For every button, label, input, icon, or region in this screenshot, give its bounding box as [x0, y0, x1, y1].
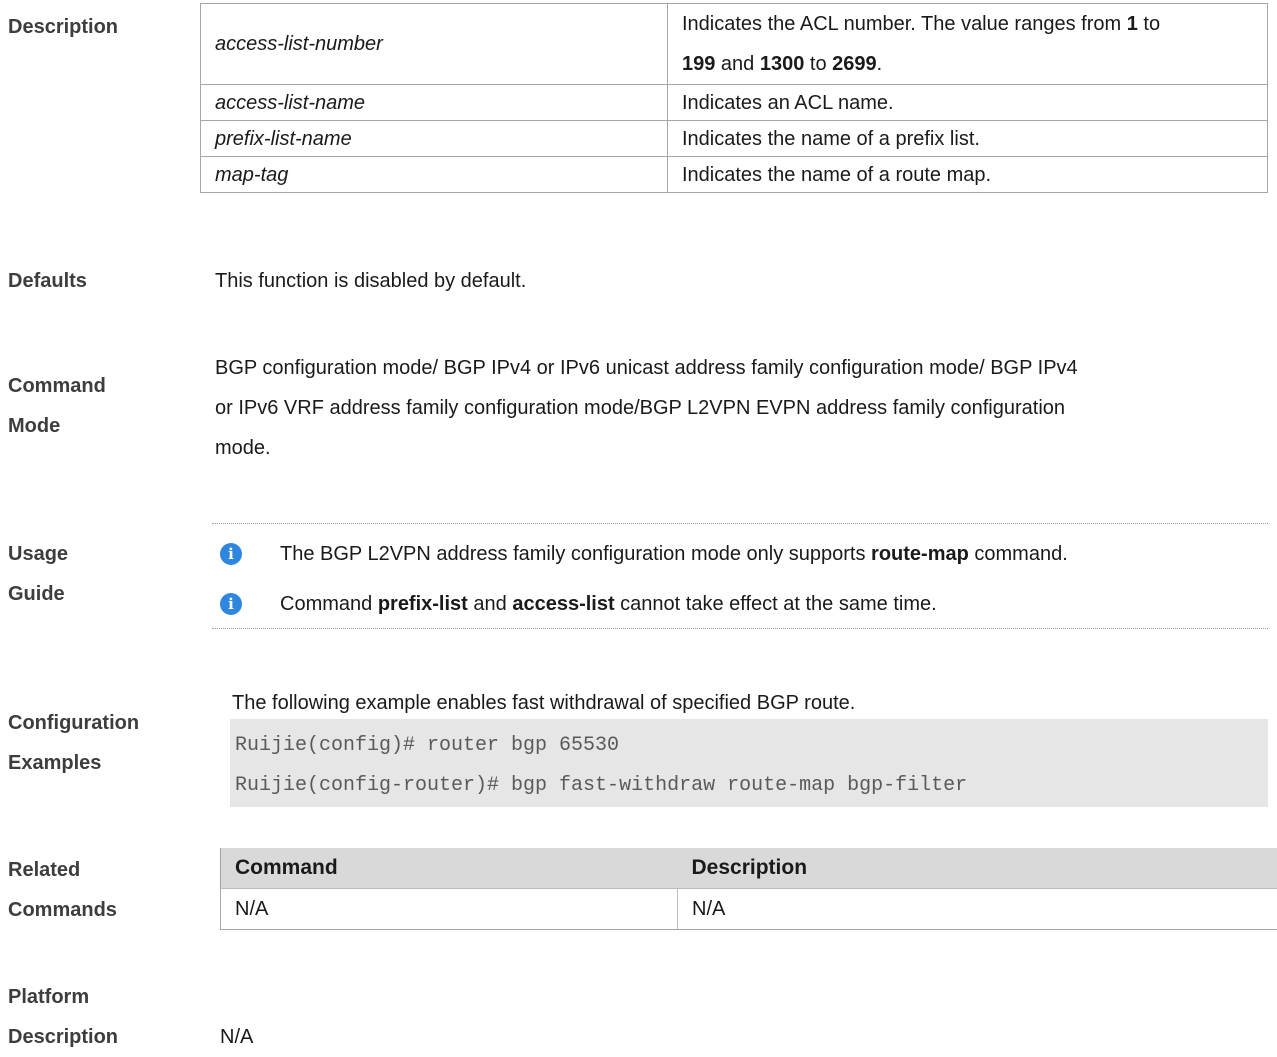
- code-block: Ruijie(config)# router bgp 65530 Ruijie(…: [230, 719, 1268, 807]
- usage-note-text: Command prefix-list and access-list cann…: [280, 584, 937, 624]
- defaults-text: This function is disabled by default.: [215, 261, 526, 301]
- info-icon: i: [220, 543, 242, 565]
- config-examples-label: ConfigurationExamples: [8, 703, 139, 783]
- code-line: Ruijie(config-router)# bgp fast-withdraw…: [230, 766, 1268, 806]
- usage-guide-label: UsageGuide: [8, 534, 68, 614]
- param-name: map-tag: [201, 157, 668, 193]
- table-cell: N/A: [221, 889, 678, 930]
- param-desc: Indicates the ACL number. The value rang…: [668, 4, 1268, 85]
- command-mode-label: CommandMode: [8, 366, 106, 446]
- defaults-label: Defaults: [8, 261, 87, 301]
- table-header-row: Command Description: [221, 848, 1277, 889]
- table-row: map-tag Indicates the name of a route ma…: [201, 157, 1268, 193]
- usage-note-text: The BGP L2VPN address family configurati…: [280, 534, 1068, 574]
- param-name: prefix-list-name: [201, 121, 668, 157]
- param-desc: Indicates the name of a route map.: [668, 157, 1268, 193]
- code-line: Ruijie(config)# router bgp 65530: [230, 726, 1268, 766]
- info-icon: i: [220, 593, 242, 615]
- related-commands-table: Command Description N/A N/A: [220, 848, 1277, 930]
- platform-text: N/A: [220, 1017, 253, 1057]
- table-row: N/A N/A: [221, 889, 1277, 930]
- usage-note: i The BGP L2VPN address family configura…: [220, 534, 1260, 574]
- param-name: access-list-name: [201, 85, 668, 121]
- related-commands-label: RelatedCommands: [8, 850, 117, 930]
- usage-guide-box: i The BGP L2VPN address family configura…: [212, 523, 1268, 629]
- table-row: prefix-list-name Indicates the name of a…: [201, 121, 1268, 157]
- description-label: Description: [8, 7, 118, 47]
- table-cell: N/A: [678, 889, 1277, 930]
- usage-note: i Command prefix-list and access-list ca…: [220, 584, 1260, 624]
- parameter-table: access-list-number Indicates the ACL num…: [200, 3, 1268, 193]
- table-row: access-list-number Indicates the ACL num…: [201, 4, 1268, 85]
- param-desc: Indicates the name of a prefix list.: [668, 121, 1268, 157]
- column-header: Command: [221, 848, 678, 889]
- config-intro: The following example enables fast withd…: [232, 683, 855, 723]
- command-mode-text: BGP configuration mode/ BGP IPv4 or IPv6…: [215, 348, 1078, 468]
- platform-description-label: PlatformDescription: [8, 977, 118, 1057]
- table-row: access-list-name Indicates an ACL name.: [201, 85, 1268, 121]
- column-header: Description: [678, 848, 1277, 889]
- param-desc: Indicates an ACL name.: [668, 85, 1268, 121]
- param-name: access-list-number: [201, 4, 668, 85]
